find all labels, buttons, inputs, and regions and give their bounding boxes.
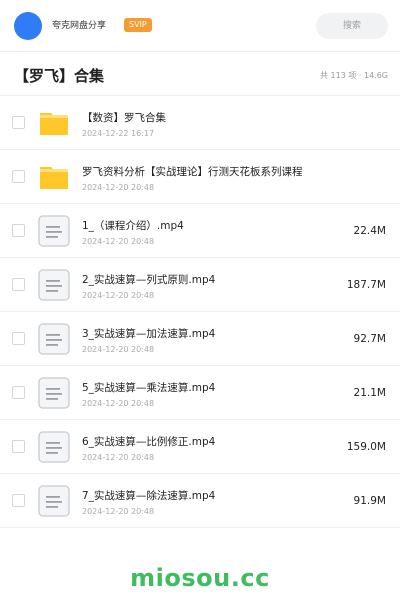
item-name[interactable]: 3_实战速算—加法速算.mp4	[82, 327, 215, 341]
row-checkbox[interactable]	[12, 278, 25, 291]
item-date: 2024-12-22 16:17	[82, 129, 155, 138]
video-file-icon	[38, 485, 70, 517]
video-file-icon	[38, 323, 70, 355]
item-name[interactable]: 5_实战速算—乘法速算.mp4	[82, 381, 215, 395]
page-title: 【罗飞】合集	[14, 67, 105, 85]
file-row[interactable]: 7_实战速算—除法速算.mp4 2024-12-20 20:48 91.9M	[0, 474, 400, 528]
row-checkbox[interactable]	[12, 494, 25, 507]
item-date: 2024-12-20 20:48	[82, 183, 155, 192]
file-row[interactable]: 6_实战速算—比例修正.mp4 2024-12-20 20:48 159.0M	[0, 420, 400, 474]
app-name: 夸克网盘分享	[52, 21, 107, 31]
item-size: 159.0M	[346, 441, 386, 453]
watermark-text: miosou.cc	[130, 564, 270, 592]
folder-row[interactable]: 【数资】罗飞合集 2024-12-22 16:17	[0, 96, 400, 150]
folder-icon	[38, 107, 70, 139]
row-checkbox[interactable]	[12, 386, 25, 399]
row-checkbox[interactable]	[12, 170, 25, 183]
item-name[interactable]: 7_实战速算—除法速算.mp4	[82, 489, 215, 503]
file-row[interactable]: 2_实战速算—列式原则.mp4 2024-12-20 20:48 187.7M	[0, 258, 400, 312]
folder-meta: 共 113 项 · 14.6G	[320, 71, 388, 80]
file-row[interactable]: 1_（课程介绍）.mp4 2024-12-20 20:48 22.4M	[0, 204, 400, 258]
folder-header: 【罗飞】合集 共 113 项 · 14.6G	[0, 56, 400, 96]
video-file-icon	[38, 431, 70, 463]
avatar[interactable]	[14, 12, 42, 40]
row-checkbox[interactable]	[12, 332, 25, 345]
item-name[interactable]: 6_实战速算—比例修正.mp4	[82, 435, 215, 449]
file-list: 【数资】罗飞合集 2024-12-22 16:17 罗飞资料分析【实战理论】行测天花…	[0, 96, 400, 528]
svip-badge: SVIP	[124, 18, 152, 32]
item-size: 91.9M	[353, 495, 386, 507]
folder-icon	[38, 161, 70, 193]
video-file-icon	[38, 269, 70, 301]
row-checkbox[interactable]	[12, 440, 25, 453]
item-name[interactable]: 1_（课程介绍）.mp4	[82, 219, 184, 233]
item-date: 2024-12-20 20:48	[82, 453, 155, 462]
video-file-icon	[38, 215, 70, 247]
file-row[interactable]: 5_实战速算—乘法速算.mp4 2024-12-20 20:48 21.1M	[0, 366, 400, 420]
item-date: 2024-12-20 20:48	[82, 237, 155, 246]
row-checkbox[interactable]	[12, 224, 25, 237]
file-row[interactable]: 3_实战速算—加法速算.mp4 2024-12-20 20:48 92.7M	[0, 312, 400, 366]
item-name[interactable]: 【数资】罗飞合集	[82, 111, 166, 125]
item-date: 2024-12-20 20:48	[82, 345, 155, 354]
item-size: 22.4M	[353, 225, 386, 237]
search-input[interactable]: 搜索	[316, 13, 388, 39]
item-size: 92.7M	[353, 333, 386, 345]
folder-row[interactable]: 罗飞资料分析【实战理论】行测天花板系列课程 2024-12-20 20:48	[0, 150, 400, 204]
top-bar: 夸克网盘分享 SVIP 搜索	[0, 0, 400, 52]
item-name[interactable]: 2_实战速算—列式原则.mp4	[82, 273, 215, 287]
item-size: 187.7M	[346, 279, 386, 291]
item-size: 21.1M	[353, 387, 386, 399]
item-date: 2024-12-20 20:48	[82, 507, 155, 516]
video-file-icon	[38, 377, 70, 409]
item-date: 2024-12-20 20:48	[82, 291, 155, 300]
item-date: 2024-12-20 20:48	[82, 399, 155, 408]
row-checkbox[interactable]	[12, 116, 25, 129]
item-name[interactable]: 罗飞资料分析【实战理论】行测天花板系列课程	[82, 165, 303, 179]
